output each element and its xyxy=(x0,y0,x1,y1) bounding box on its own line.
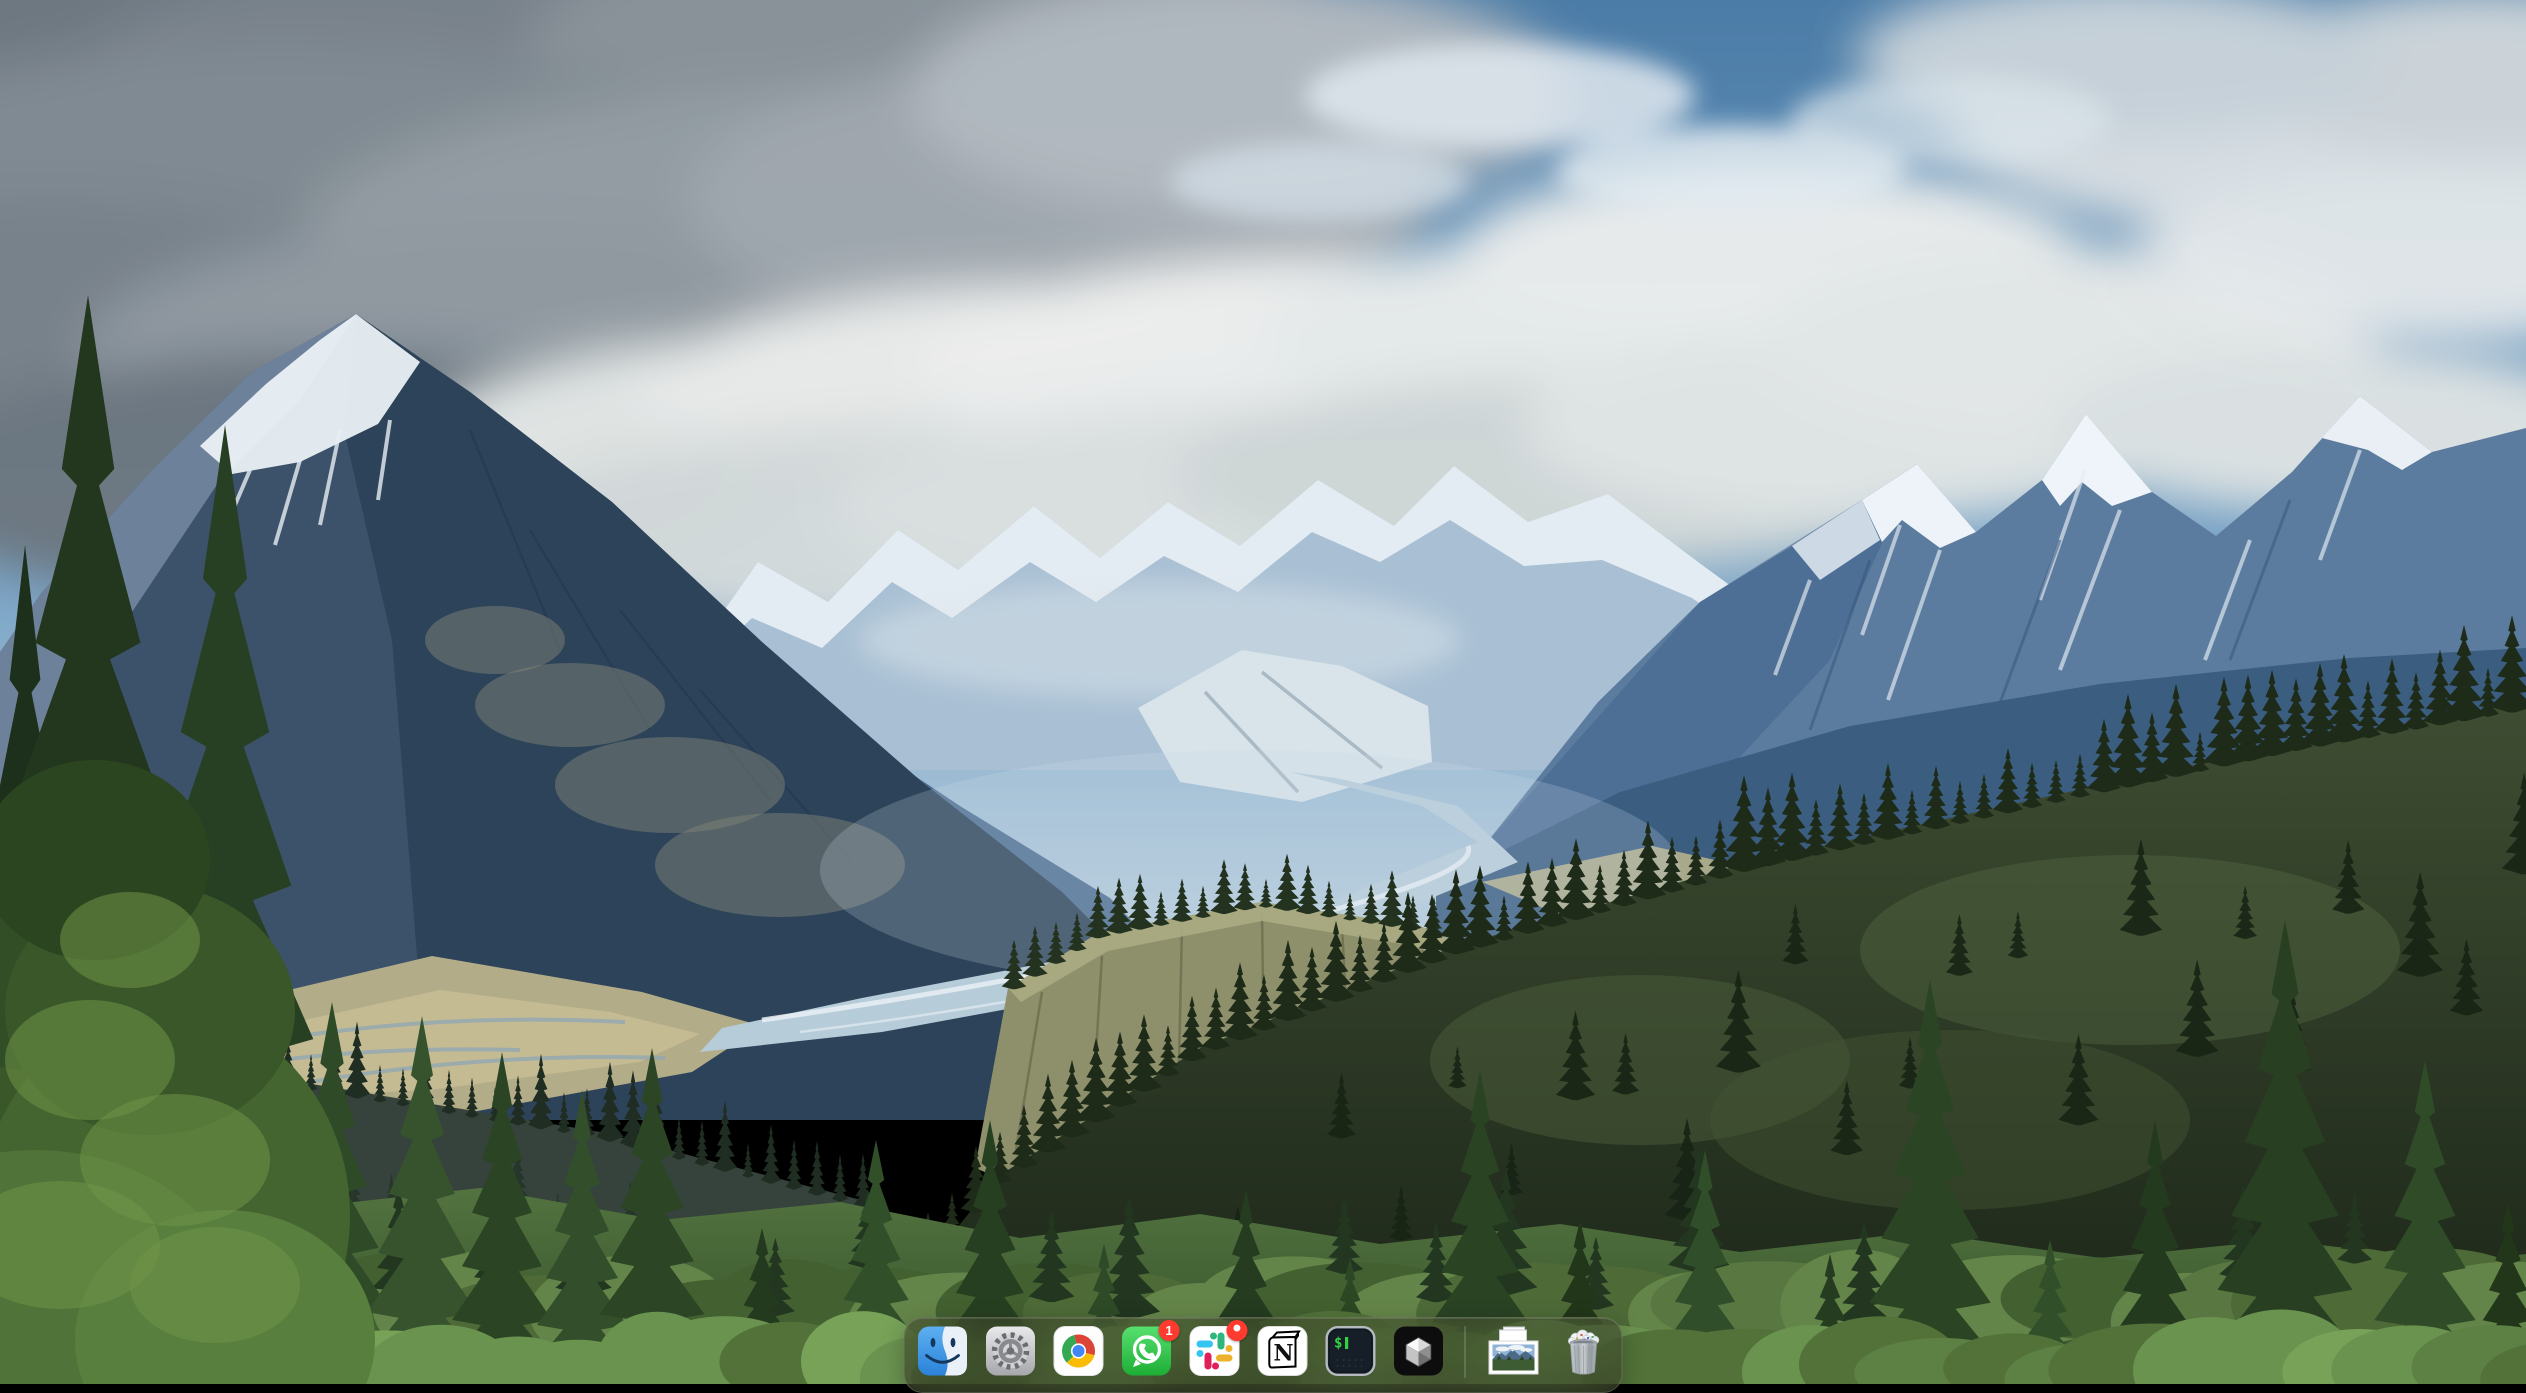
dock-item-notion[interactable]: N xyxy=(1258,1326,1308,1376)
dock-item-slack[interactable]: • xyxy=(1190,1326,1240,1376)
dock-item-chrome[interactable] xyxy=(1054,1326,1104,1376)
dock-separator xyxy=(1465,1326,1466,1378)
whatsapp-notification-badge: 1 xyxy=(1159,1320,1180,1341)
svg-text:$: $ xyxy=(1334,1336,1342,1352)
image-file-stack-icon xyxy=(1487,1326,1541,1376)
desktop: 1 • N $ xyxy=(0,0,2526,1384)
trash-full-icon xyxy=(1559,1326,1609,1376)
slack-notification-badge: • xyxy=(1227,1320,1248,1341)
notion-icon: N xyxy=(1258,1326,1308,1376)
dock-item-cursor[interactable] xyxy=(1394,1326,1444,1376)
terminal-icon: $ xyxy=(1326,1326,1376,1376)
dock-item-screenshot-stack[interactable] xyxy=(1487,1326,1541,1376)
chrome-icon xyxy=(1054,1326,1104,1376)
dock-item-system-settings[interactable] xyxy=(986,1326,1036,1376)
svg-text:N: N xyxy=(1273,1341,1293,1367)
dock: 1 • N $ xyxy=(904,1317,1623,1393)
cursor-cube-icon xyxy=(1394,1326,1444,1376)
finder-face-icon xyxy=(918,1326,968,1376)
dock-item-whatsapp[interactable]: 1 xyxy=(1122,1326,1172,1376)
dock-item-terminal[interactable]: $ xyxy=(1326,1326,1376,1376)
gear-icon xyxy=(986,1326,1036,1376)
dock-item-trash[interactable] xyxy=(1559,1326,1609,1376)
wallpaper-mountain-landscape xyxy=(0,0,2526,1384)
dock-item-finder[interactable] xyxy=(918,1326,968,1376)
